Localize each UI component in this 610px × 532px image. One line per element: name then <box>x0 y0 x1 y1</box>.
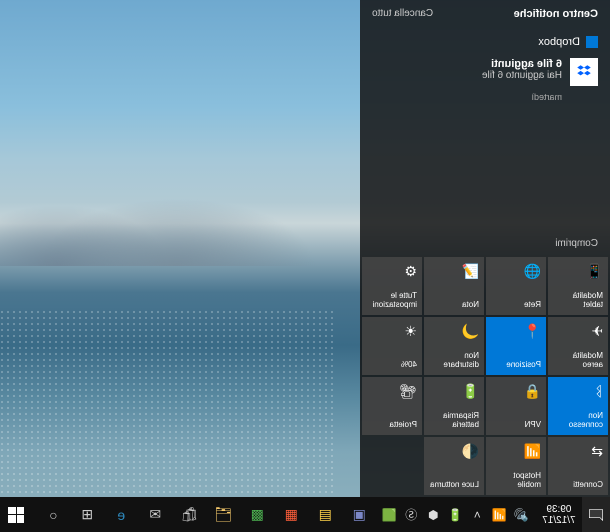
file-explorer-icon[interactable]: 🗂 <box>208 500 238 530</box>
quick-action-tile-14[interactable]: 🌓 Luce notturna <box>424 437 484 495</box>
app-icon-3[interactable]: ▦ <box>276 500 306 530</box>
taskbar-clock[interactable]: 09:39 7/12/17 <box>536 504 581 526</box>
quick-action-tile-0[interactable]: 📱 Modalità tablet <box>548 257 608 315</box>
action-center-title: Centro notifiche <box>514 8 598 20</box>
quick-action-label: Modalità aereo <box>553 352 603 370</box>
quick-action-icon: 🌙 <box>429 322 479 340</box>
quick-action-tile-8[interactable]: ᛒ Non connesso <box>548 377 608 435</box>
quick-action-icon: 🔋 <box>429 382 479 400</box>
notification-item[interactable]: 6 file aggiunti Hai aggiunto 6 file <box>372 54 598 90</box>
quick-action-icon: 🌓 <box>429 442 479 460</box>
italian-ime-icon[interactable]: 🟩 <box>382 508 396 522</box>
dropbox-app-icon <box>586 36 598 48</box>
windows-logo-icon <box>8 507 24 523</box>
quick-action-tile-5[interactable]: 📍 Posizione <box>486 317 546 375</box>
battery-icon[interactable]: 🔋 <box>448 508 462 522</box>
quick-action-icon: 🌐 <box>491 262 541 280</box>
app-icon-1[interactable]: ▣ <box>344 500 374 530</box>
skype-icon[interactable]: Ⓢ <box>404 508 418 522</box>
notification-time: martedì <box>372 92 598 102</box>
quick-action-icon: ☀ <box>367 322 417 340</box>
app-icon-4[interactable]: ▩ <box>242 500 272 530</box>
quick-action-icon: 📝 <box>429 262 479 280</box>
taskbar: 09:39 7/12/17 🔊 📶 ˄ 🔋 ⬢ Ⓢ 🟩 ▣ ▤ ▦ ▩ 🗂 🛍 … <box>0 497 610 532</box>
quick-action-label: Modalità tablet <box>553 292 603 310</box>
edge-icon[interactable]: e <box>106 500 136 530</box>
wallpaper-mountain <box>0 170 336 266</box>
cortana-icon[interactable]: ○ <box>38 500 68 530</box>
quick-action-label: Luce notturna <box>429 481 479 490</box>
quick-action-label: Hotspot mobile <box>491 472 541 490</box>
quick-action-label: Non disturbare <box>429 352 479 370</box>
notification-app-name: Dropbox <box>538 36 580 48</box>
quick-action-label: Risparmia batteria <box>429 412 479 430</box>
wifi-icon[interactable]: 📶 <box>492 508 506 522</box>
notification-text: 6 file aggiunti Hai aggiunto 6 file <box>372 58 562 81</box>
quick-action-label: Tutte le impostazioni <box>367 292 417 310</box>
quick-action-icon: 📽 <box>367 382 417 400</box>
quick-action-label: Nota <box>429 301 479 310</box>
quick-action-tile-9[interactable]: 🔒 VPN <box>486 377 546 435</box>
quick-action-tile-10[interactable]: 🔋 Risparmia batteria <box>424 377 484 435</box>
volume-icon[interactable]: 🔊 <box>514 508 528 522</box>
quick-action-tile-3[interactable]: ⚙ Tutte le impostazioni <box>362 257 422 315</box>
quick-action-tile-6[interactable]: 🌙 Non disturbare <box>424 317 484 375</box>
quick-action-label: VPN <box>491 421 541 430</box>
action-center-panel: Centro notifiche Cancella tutto Dropbox … <box>360 0 610 497</box>
quick-action-icon: ⇄ <box>553 442 603 460</box>
notification-body: Hai aggiunto 6 file <box>372 70 562 81</box>
quick-action-icon: ᛒ <box>553 382 603 400</box>
quick-actions-grid: 📱 Modalità tablet 🌐 Rete 📝 Nota ⚙ Tutte le impo… <box>360 255 610 497</box>
quick-action-label: Posizione <box>491 361 541 370</box>
quick-action-tile-11[interactable]: 📽 Proietta <box>362 377 422 435</box>
chevron-up-icon[interactable]: ˄ <box>470 508 484 522</box>
quick-action-tile-7[interactable]: ☀ 40% <box>362 317 422 375</box>
clear-all-link[interactable]: Cancella tutto <box>372 8 433 20</box>
store-icon[interactable]: 🛍 <box>174 500 204 530</box>
quick-action-label: Proietta <box>367 421 417 430</box>
collapse-link[interactable]: Comprimi <box>360 232 610 255</box>
action-center-header: Centro notifiche Cancella tutto <box>360 0 610 28</box>
start-button[interactable] <box>0 497 32 532</box>
notification-app-header[interactable]: Dropbox <box>372 36 598 48</box>
quick-action-icon: 🔒 <box>491 382 541 400</box>
quick-action-icon: ⚙ <box>367 262 417 280</box>
taskbar-apps: ▣ ▤ ▦ ▩ 🗂 🛍 ✉ e ⊞ ○ <box>32 500 374 530</box>
dropbox-tray-icon[interactable]: ⬢ <box>426 508 440 522</box>
quick-action-icon: 📶 <box>491 442 541 460</box>
quick-action-icon: ✈ <box>553 322 603 340</box>
notification-group: Dropbox 6 file aggiunti Hai aggiunto 6 f… <box>360 28 610 110</box>
quick-action-tile-4[interactable]: ✈ Modalità aereo <box>548 317 608 375</box>
quick-action-label: Rete <box>491 301 541 310</box>
notification-title: 6 file aggiunti <box>372 58 562 70</box>
dropbox-icon <box>570 58 598 86</box>
quick-action-tile-12[interactable]: ⇄ Connetti <box>548 437 608 495</box>
action-center-button[interactable] <box>582 497 610 532</box>
mail-icon[interactable]: ✉ <box>140 500 170 530</box>
quick-action-label: Connetti <box>553 481 603 490</box>
quick-action-icon: 📍 <box>491 322 541 340</box>
system-tray: 🔊 📶 ˄ 🔋 ⬢ Ⓢ 🟩 <box>374 508 536 522</box>
quick-action-label: 40% <box>367 361 417 370</box>
panel-spacer <box>360 110 610 232</box>
clock-date: 7/12/17 <box>542 515 575 526</box>
quick-action-tile-13[interactable]: 📶 Hotspot mobile <box>486 437 546 495</box>
quick-action-icon: 📱 <box>553 262 603 280</box>
app-icon-2[interactable]: ▤ <box>310 500 340 530</box>
quick-action-tile-2[interactable]: 📝 Nota <box>424 257 484 315</box>
clock-time: 09:39 <box>542 504 575 515</box>
task-view-icon[interactable]: ⊞ <box>72 500 102 530</box>
quick-action-tile-1[interactable]: 🌐 Rete <box>486 257 546 315</box>
quick-action-label: Non connesso <box>553 412 603 430</box>
